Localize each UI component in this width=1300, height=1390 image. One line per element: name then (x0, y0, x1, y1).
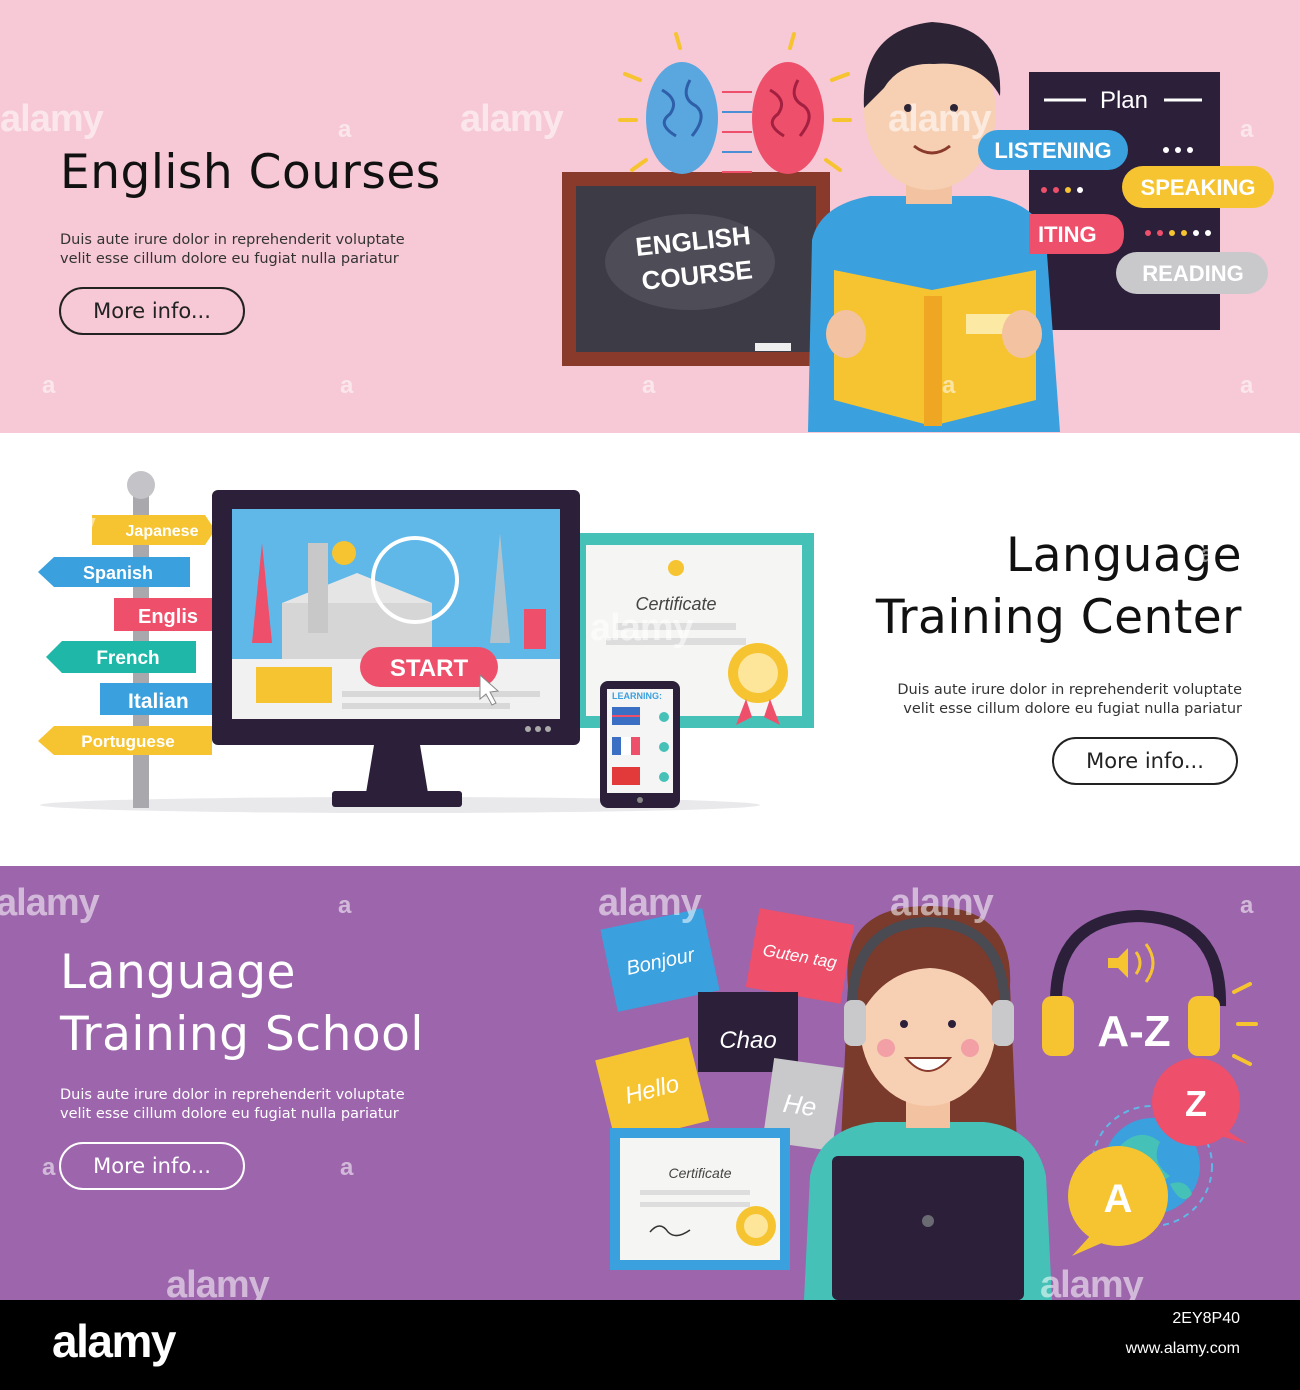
watermark: a (42, 372, 56, 399)
watermark: a (42, 1154, 56, 1181)
desc-line-1: Duis aute irure dolor in reprehenderit v… (897, 682, 1242, 698)
watermark: a (1240, 372, 1254, 399)
chalkboard: ENGLISH COURSE (562, 172, 830, 366)
banner-english-courses: English Courses Duis aute irure dolor in… (0, 0, 1300, 433)
sign-japanese: Japanese (126, 523, 199, 540)
bubble-z-text: Z (1185, 1083, 1207, 1124)
language-school-illustration: Bonjour Guten tag Chao Hello He Certific… (595, 906, 1258, 1300)
sign-spanish: Spanish (83, 563, 153, 583)
plan-title: Plan (1100, 87, 1148, 114)
english-course-illustration: ENGLISH COURSE Plan LISTENING SPEAKING I… (562, 22, 1274, 432)
watermark: alamy (598, 882, 702, 924)
watermark: a (942, 372, 956, 399)
note-he: He (781, 1088, 818, 1122)
az-text: A-Z (1097, 1007, 1170, 1056)
skill-listening: LISTENING (994, 138, 1111, 163)
stock-footer: alamy 2EY8P40 www.alamy.com (0, 1300, 1300, 1390)
banner-title: Language Training Center (876, 525, 1242, 649)
watermark: a (338, 116, 352, 143)
watermark: a (1240, 892, 1254, 919)
site-url: www.alamy.com (1125, 1340, 1240, 1357)
watermark: alamy (460, 98, 564, 140)
skill-reading: READING (1142, 261, 1243, 286)
bubble-a-text: A (1104, 1177, 1133, 1221)
watermark: alamy (1040, 1264, 1144, 1300)
sign-portuguese: Portuguese (81, 732, 175, 751)
banner-description: Duis aute irure dolor in reprehenderit v… (897, 681, 1242, 719)
watermark: alamy (888, 98, 992, 140)
certificate-title: Certificate (668, 1165, 731, 1181)
watermark: a (642, 372, 656, 399)
image-id: 2EY8P40 (1172, 1310, 1240, 1327)
skill-speaking: SPEAKING (1141, 175, 1256, 200)
learning-label: LEARNING: (612, 691, 662, 701)
greeting-notes: Bonjour Guten tag Chao Hello He (595, 908, 855, 1151)
banner-language-training-center: Language Training Center Duis aute irure… (0, 433, 1300, 866)
student-reading (808, 22, 1060, 432)
skill-writing: ITING (1038, 222, 1097, 247)
headphones-icon: A-Z (1042, 909, 1258, 1066)
watermark: a (338, 892, 352, 919)
sign-english: Englis (138, 606, 198, 628)
watermark: alamy (166, 1264, 270, 1300)
watermark: a (340, 372, 354, 399)
speech-bubble-z: Z (1152, 1058, 1248, 1146)
watermark: alamy (0, 505, 96, 547)
speech-bubble-a: A (1068, 1146, 1168, 1256)
sign-french: French (96, 648, 159, 669)
watermark: alamy (0, 882, 100, 924)
watermark: a (1240, 116, 1254, 143)
phone: LEARNING: (600, 681, 680, 808)
desc-line-2: velit esse cillum dolore eu fugiat nulla… (903, 701, 1242, 717)
more-info-button[interactable]: More info... (1052, 737, 1238, 785)
start-button-label: START (390, 655, 469, 682)
watermark: alamy (0, 98, 104, 140)
alamy-logo: alamy (52, 1315, 176, 1367)
watermark: alamy (590, 607, 694, 649)
watermark: a (340, 1154, 354, 1181)
watermark: alamy (890, 882, 994, 924)
title-line-2: Training Center (875, 590, 1242, 645)
monitor: START (212, 490, 580, 807)
online-learning-illustration: Japanese Spanish Englis French Italian P… (38, 471, 814, 813)
certificate: Certificate (610, 1128, 790, 1270)
banner-language-training-school: Language Training School Duis aute irure… (0, 866, 1300, 1300)
watermark: a (1200, 541, 1214, 568)
sign-italian: Italian (128, 690, 189, 713)
note-chao: Chao (719, 1027, 776, 1054)
brain-icon (618, 32, 852, 174)
